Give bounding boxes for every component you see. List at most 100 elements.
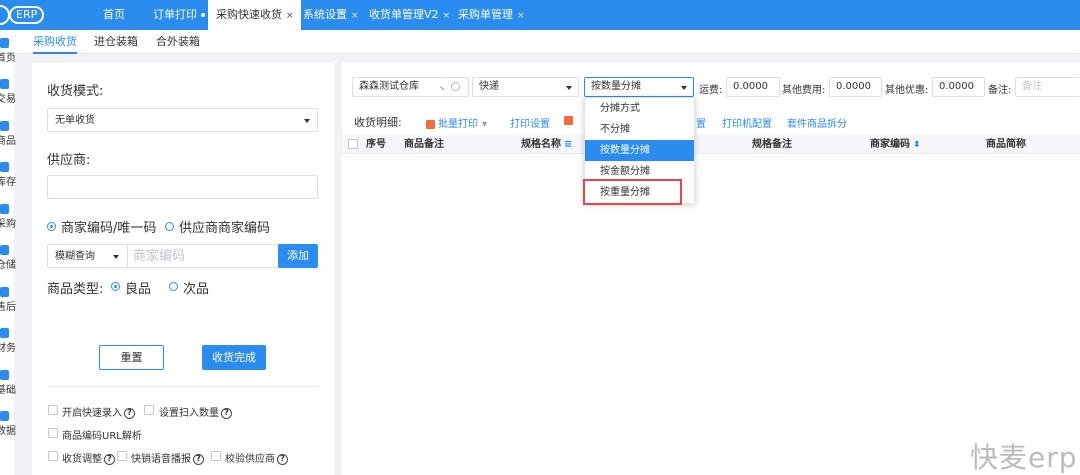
quick-entry-checkbox[interactable] <box>48 405 58 415</box>
sidenav-item-finance[interactable]: 财务 <box>0 328 16 364</box>
sidenav-item-goods[interactable]: 商品 <box>0 121 16 157</box>
tab-label: 采购单管理 <box>458 8 513 21</box>
sidenav-label: 基础 <box>0 385 16 396</box>
caret-down-icon <box>681 86 687 90</box>
goods-type-radio-good[interactable] <box>111 282 120 291</box>
print-settings-button[interactable]: 打印设置 <box>510 115 550 130</box>
supplier-input[interactable] <box>47 175 318 199</box>
print-layout-button[interactable] <box>564 115 576 126</box>
tab-system-settings[interactable]: 系统设置 × <box>303 0 359 30</box>
caret-down-icon <box>566 86 572 90</box>
merchant-code-input[interactable]: 商家编码 <box>127 244 279 268</box>
batch-print-button[interactable]: 批量打印 ▾ <box>426 115 487 130</box>
tab-receipt-management[interactable]: 收货单管理V2 × <box>369 0 450 30</box>
freight-input[interactable]: 0.0000 <box>726 77 780 97</box>
reset-button[interactable]: 重置 <box>99 345 164 370</box>
adjust-checkbox[interactable] <box>48 451 58 461</box>
stock-icon <box>0 162 9 172</box>
tab-order-print[interactable]: 订单打印 <box>153 0 205 30</box>
code-type-radio-merchant[interactable] <box>47 222 56 231</box>
sort-icon[interactable]: ⬍ <box>913 140 921 150</box>
dropdown-option-none[interactable]: 不分摊 <box>585 119 694 140</box>
sidenav-item-basic[interactable]: 基础 <box>0 370 16 406</box>
remark-label: 备注: <box>988 85 1012 96</box>
sidenav-item-data[interactable]: 数据 <box>0 411 16 447</box>
other-fee-label: 其他费用: <box>782 85 826 96</box>
delivery-select[interactable]: 快递 <box>472 77 579 97</box>
warehouse-icon <box>0 245 9 255</box>
data-icon <box>0 411 9 421</box>
receive-mode-select[interactable]: 无单收货 <box>47 108 318 132</box>
receive-complete-button[interactable]: 收货完成 <box>202 345 266 370</box>
basic-icon <box>0 370 9 380</box>
goods-type-bad-label: 次品 <box>183 282 210 297</box>
verify-supplier-checkbox[interactable] <box>211 451 221 461</box>
select-all-checkbox[interactable] <box>348 139 358 149</box>
close-icon[interactable]: × <box>286 11 294 21</box>
help-icon[interactable]: ? <box>221 407 232 419</box>
tab-label: 订单打印 <box>153 8 197 21</box>
dropdown-option-header: 分摊方式 <box>600 103 640 114</box>
tab-label: 首页 <box>103 8 125 21</box>
discount-value: 0.0000 <box>939 81 974 92</box>
sidenav-item-purchase[interactable]: 采购 <box>0 204 16 240</box>
help-icon[interactable]: ? <box>193 453 204 465</box>
tab-purchase-quick-receive[interactable]: 采购快速收货 × <box>208 0 301 30</box>
goods-type-good-label: 良品 <box>125 282 152 297</box>
sidenav-item-aftersale[interactable]: 售后 <box>0 287 16 323</box>
printer-config-button[interactable]: 打印机配置 <box>722 115 772 130</box>
receive-mode-value: 无单收货 <box>55 115 95 126</box>
scan-qty-checkbox[interactable] <box>144 405 154 415</box>
allocation-value: 按数量分摊 <box>591 81 641 92</box>
sub-tab-bar: 采购收货 进仓装箱 合外装箱 <box>14 30 1080 54</box>
table-header: 序号 商品备注 规格名称 ≡ 规格备注 商家编码 ⬍ 商品简称 <box>342 135 1080 154</box>
sidenav-item-trade[interactable]: 交易 <box>0 79 16 115</box>
close-icon[interactable]: × <box>443 11 451 21</box>
sidenav-item-stock[interactable]: 库存 <box>0 162 16 198</box>
col-goods-short-name: 商品简称 <box>986 139 1026 150</box>
query-mode-select[interactable]: 模糊查询 <box>47 244 128 268</box>
dropdown-option-by-quantity[interactable]: 按数量分摊 <box>585 140 694 161</box>
sidenav-item-home[interactable]: 首页 <box>0 38 16 74</box>
discount-label: 其他优惠: <box>885 85 929 96</box>
tab-purchase-order-management[interactable]: 采购单管理 × <box>458 0 525 30</box>
merchant-code-placeholder: 商家编码 <box>133 249 186 264</box>
url-parse-checkbox[interactable] <box>48 428 58 438</box>
receive-mode-label: 收货模式: <box>47 84 104 99</box>
goods-type-label: 商品类型: <box>47 282 104 297</box>
remark-input[interactable]: 备注 <box>1015 77 1080 97</box>
close-icon[interactable]: × <box>517 11 525 21</box>
sidenav-label: 库存 <box>0 177 16 188</box>
subtab-inbound-packing[interactable]: 进仓装箱 <box>94 30 138 54</box>
printer-icon <box>426 119 435 129</box>
finance-icon <box>0 328 9 338</box>
voice-checkbox[interactable] <box>117 451 127 461</box>
list-icon[interactable]: ≡ <box>564 139 572 150</box>
add-button[interactable]: 添加 <box>278 244 318 268</box>
goods-type-radio-bad[interactable] <box>169 282 178 291</box>
tab-label: 系统设置 <box>303 8 347 21</box>
help-icon[interactable]: ? <box>277 453 288 465</box>
sidenav-item-warehouse[interactable]: 仓储 <box>0 245 16 281</box>
tab-home[interactable]: 首页 <box>103 0 125 30</box>
delivery-value: 快递 <box>479 81 499 92</box>
top-bar: ERP 首页 订单打印 采购快速收货 × 系统设置 × 收货单管理V2 × 采购单管理… <box>0 0 1080 30</box>
help-icon[interactable]: ? <box>124 407 135 419</box>
close-icon[interactable]: × <box>351 11 359 21</box>
warehouse-search-button[interactable] <box>444 77 469 97</box>
kit-split-button[interactable]: 套件商品拆分 <box>787 115 847 130</box>
subtab-outer-packing[interactable]: 合外装箱 <box>156 30 200 54</box>
discount-input[interactable]: 0.0000 <box>932 77 985 97</box>
allocation-select[interactable]: 按数量分摊 <box>584 77 694 97</box>
subtab-purchase-receive[interactable]: 采购收货 <box>33 30 77 54</box>
other-fee-input[interactable]: 0.0000 <box>829 77 882 97</box>
code-type-radio-supplier[interactable] <box>165 222 174 231</box>
help-icon[interactable]: ? <box>104 453 115 465</box>
layout-settings-button[interactable]: 置 <box>696 115 706 130</box>
voice-label: 快销语音播报? <box>131 450 204 465</box>
home-icon <box>0 38 9 48</box>
caret-down-icon <box>304 119 310 123</box>
adjust-label: 收货调整? <box>62 450 115 465</box>
url-parse-label: 商品编码URL解析 <box>62 431 142 442</box>
query-mode-value: 模糊查询 <box>55 251 95 262</box>
